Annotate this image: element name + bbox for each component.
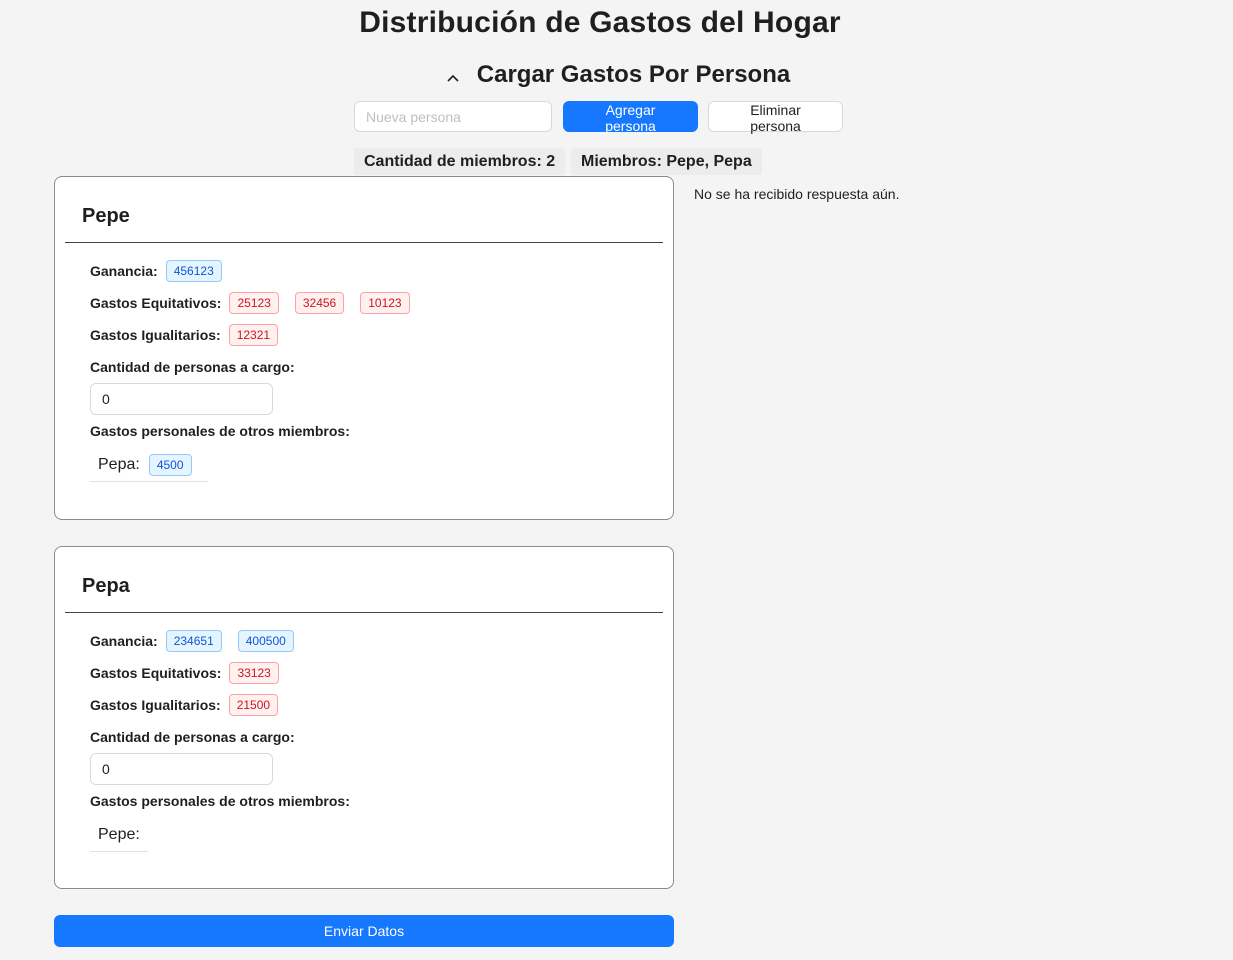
equitable-label: Gastos Equitativos:: [90, 665, 222, 681]
egalitarian-label: Gastos Igualitarios:: [90, 697, 221, 713]
other-member-expense-row: Pepa: 4500: [90, 449, 208, 482]
egalitarian-expenses-row: Gastos Igualitarios: 21500: [90, 689, 653, 721]
member-count-badge: Cantidad de miembros: 2: [354, 148, 566, 175]
income-tag[interactable]: 234651: [165, 630, 222, 652]
person-card-pepe: Pepe Ganancia: 456123 Gastos Equitativos…: [54, 176, 674, 520]
other-member-expense-tag[interactable]: 4500: [148, 454, 192, 476]
dependents-input[interactable]: [90, 753, 273, 785]
income-row: Ganancia: 456123: [90, 255, 653, 287]
dependents-label: Cantidad de personas a cargo:: [90, 359, 295, 375]
other-member-name: Pepe:: [98, 826, 140, 843]
income-label: Ganancia:: [90, 633, 158, 649]
person-details: Ganancia: 456123 Gastos Equitativos: 251…: [90, 255, 653, 482]
equitable-expense-tag[interactable]: 32456: [294, 292, 345, 314]
dependents-label: Cantidad de personas a cargo:: [90, 729, 295, 745]
other-member-name: Pepa:: [98, 456, 140, 473]
income-tag[interactable]: 456123: [165, 260, 222, 282]
response-status: No se ha recibido respuesta aún.: [694, 186, 900, 202]
other-expenses-label-row: Gastos personales de otros miembros:: [90, 785, 653, 817]
page-title: Distribución de Gastos del Hogar: [359, 6, 841, 39]
dependents-label-row: Cantidad de personas a cargo:: [90, 721, 653, 753]
section-header: Cargar Gastos Por Persona: [0, 60, 1233, 90]
equitable-expense-tag[interactable]: 10123: [360, 292, 410, 314]
card-divider: [65, 242, 663, 243]
other-expenses-label: Gastos personales de otros miembros:: [90, 793, 350, 809]
dependents-label-row: Cantidad de personas a cargo:: [90, 351, 653, 383]
equitable-expenses-row: Gastos Equitativos: 25123 32456 10123: [90, 287, 653, 319]
other-expenses-label-row: Gastos personales de otros miembros:: [90, 415, 653, 447]
person-details: Ganancia: 234651 400500 Gastos Equitativ…: [90, 625, 653, 852]
equitable-expenses-row: Gastos Equitativos: 33123: [90, 657, 653, 689]
income-row: Ganancia: 234651 400500: [90, 625, 653, 657]
income-label: Ganancia:: [90, 263, 158, 279]
other-member-expense-row: Pepe:: [90, 819, 148, 852]
egalitarian-label: Gastos Igualitarios:: [90, 327, 221, 343]
card-divider: [65, 612, 663, 613]
egalitarian-expense-tag[interactable]: 12321: [228, 324, 279, 346]
person-name: Pepe: [82, 205, 130, 227]
submit-button[interactable]: Enviar Datos: [54, 915, 674, 947]
equitable-expense-tag[interactable]: 25123: [229, 292, 279, 314]
equitable-expense-tag[interactable]: 33123: [229, 662, 279, 684]
income-tag[interactable]: 400500: [237, 630, 294, 652]
chevron-up-icon[interactable]: [443, 66, 463, 90]
section-title: Cargar Gastos Por Persona: [476, 61, 791, 88]
person-toolbar: Agregar persona Eliminar persona: [354, 101, 843, 134]
egalitarian-expense-tag[interactable]: 21500: [228, 694, 279, 716]
equitable-label: Gastos Equitativos:: [90, 295, 222, 311]
members-list-badge: Miembros: Pepe, Pepa: [571, 148, 762, 175]
person-name: Pepa: [82, 575, 130, 597]
new-person-input[interactable]: [354, 101, 552, 132]
add-person-button[interactable]: Agregar persona: [563, 101, 698, 134]
person-card-pepa: Pepa Ganancia: 234651 400500 Gastos Equi…: [54, 546, 674, 889]
remove-person-button[interactable]: Eliminar persona: [708, 101, 843, 134]
other-expenses-label: Gastos personales de otros miembros:: [90, 423, 350, 439]
egalitarian-expenses-row: Gastos Igualitarios: 12321: [90, 319, 653, 351]
dependents-input[interactable]: [90, 383, 273, 415]
